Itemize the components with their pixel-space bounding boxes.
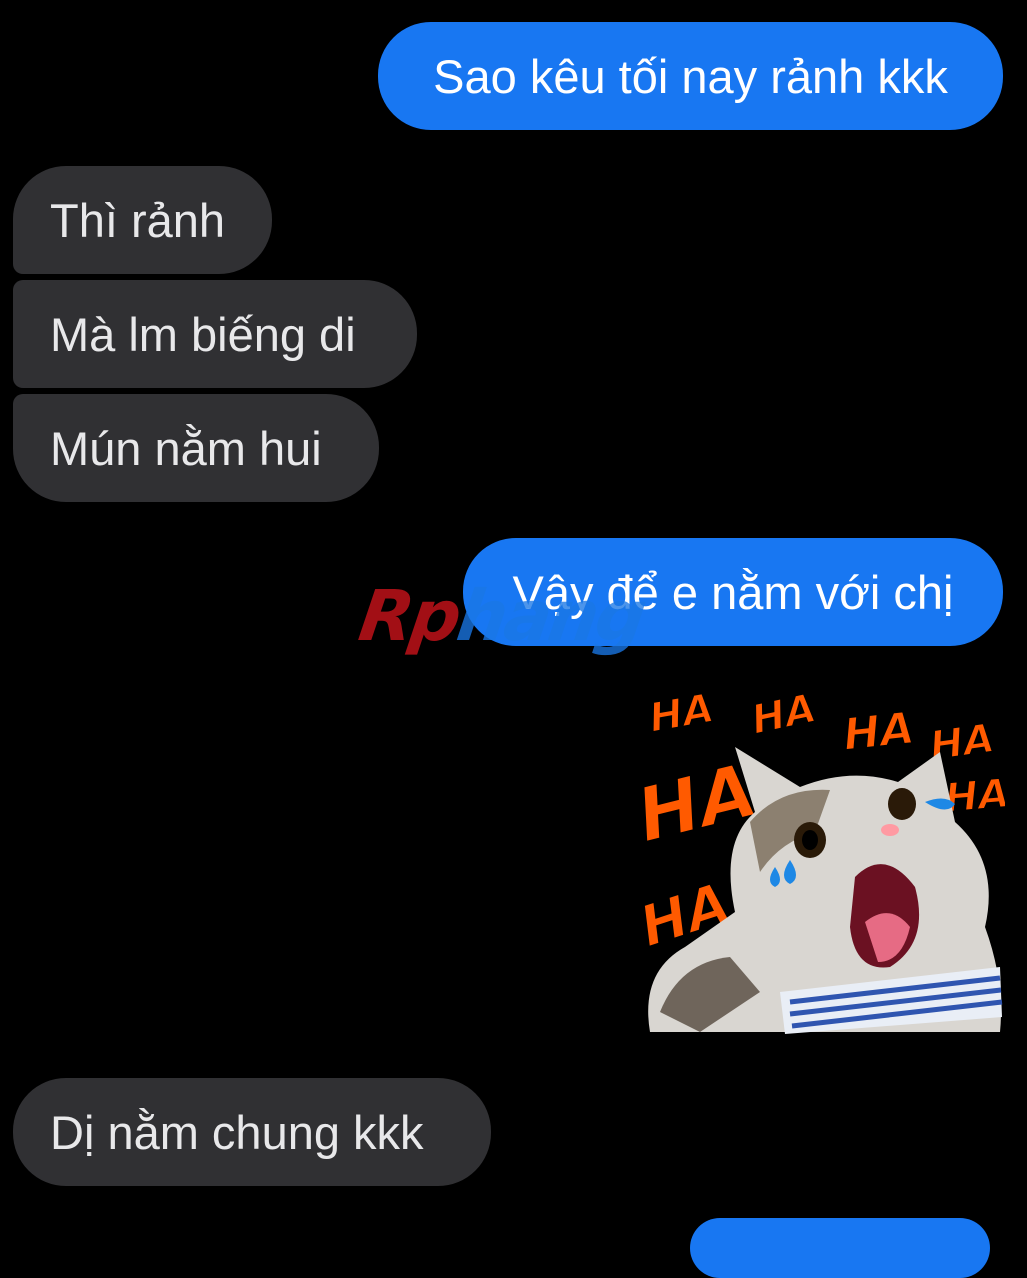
message-bubble-received[interactable]: Dị nằm chung kkk — [13, 1078, 491, 1186]
message-bubble-received[interactable]: Mà lm biếng di — [13, 280, 417, 388]
message-bubble-received[interactable]: Thì rảnh — [13, 166, 272, 274]
message-text: Sao kêu tối nay rảnh kkk — [433, 49, 948, 103]
ha-text: HA — [841, 703, 917, 761]
ha-text: HA — [748, 685, 821, 743]
watermark-logo: Rphang — [354, 575, 649, 657]
message-text: Thì rảnh — [50, 193, 226, 247]
message-bubble-sent[interactable]: Sao kêu tối nay rảnh kkk — [378, 22, 1003, 130]
message-text: Dị nằm chung kkk — [50, 1105, 424, 1159]
ha-text: HA — [646, 685, 717, 741]
laughing-crying-cat-sticker[interactable]: HA HA HA HA HA HA HA — [640, 672, 1005, 1044]
message-bubble-sent-partial[interactable] — [690, 1218, 990, 1278]
message-text: Mà lm biếng di — [50, 307, 356, 361]
message-bubble-received[interactable]: Mún nằm hui — [13, 394, 379, 502]
message-text: Mún nằm hui — [50, 421, 322, 475]
